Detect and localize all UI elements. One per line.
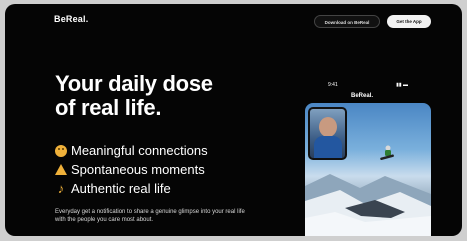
feature-item: Spontaneous moments (55, 160, 208, 179)
feature-label: Authentic real life (71, 181, 171, 196)
feature-item: Meaningful connections (55, 141, 208, 160)
phone-status-bar: 9:41 ▮▮ ▬ (328, 82, 408, 92)
download-button[interactable]: Download on BeReal (314, 15, 380, 28)
hero-headline: Your daily dose of real life. (55, 72, 213, 120)
feature-label: Spontaneous moments (71, 162, 205, 177)
selfie-face (319, 117, 337, 137)
mountain-scene (305, 174, 431, 236)
feature-item: ♪ Authentic real life (55, 179, 208, 198)
selfie-photo (308, 107, 347, 160)
music-icon: ♪ (57, 180, 65, 196)
phone-time: 9:41 (328, 82, 338, 88)
browser-frame: BeReal. Download on BeReal Get the App Y… (5, 4, 462, 236)
brand-logo[interactable]: BeReal. (54, 14, 88, 24)
headline-line-1: Your daily dose (55, 71, 213, 96)
warning-icon (55, 164, 67, 175)
selfie-body (314, 136, 342, 158)
feature-label: Meaningful connections (71, 143, 208, 158)
headline-line-2: of real life. (55, 95, 162, 120)
hero-description: Everyday get a notification to share a g… (55, 209, 245, 223)
signal-battery-icon: ▮▮ ▬ (396, 82, 408, 88)
get-app-button[interactable]: Get the App (387, 15, 431, 28)
feature-list: Meaningful connections Spontaneous momen… (55, 141, 208, 198)
snowboarder (380, 145, 394, 161)
phone-app-title: BeReal. (351, 93, 374, 99)
smile-icon (55, 144, 67, 157)
